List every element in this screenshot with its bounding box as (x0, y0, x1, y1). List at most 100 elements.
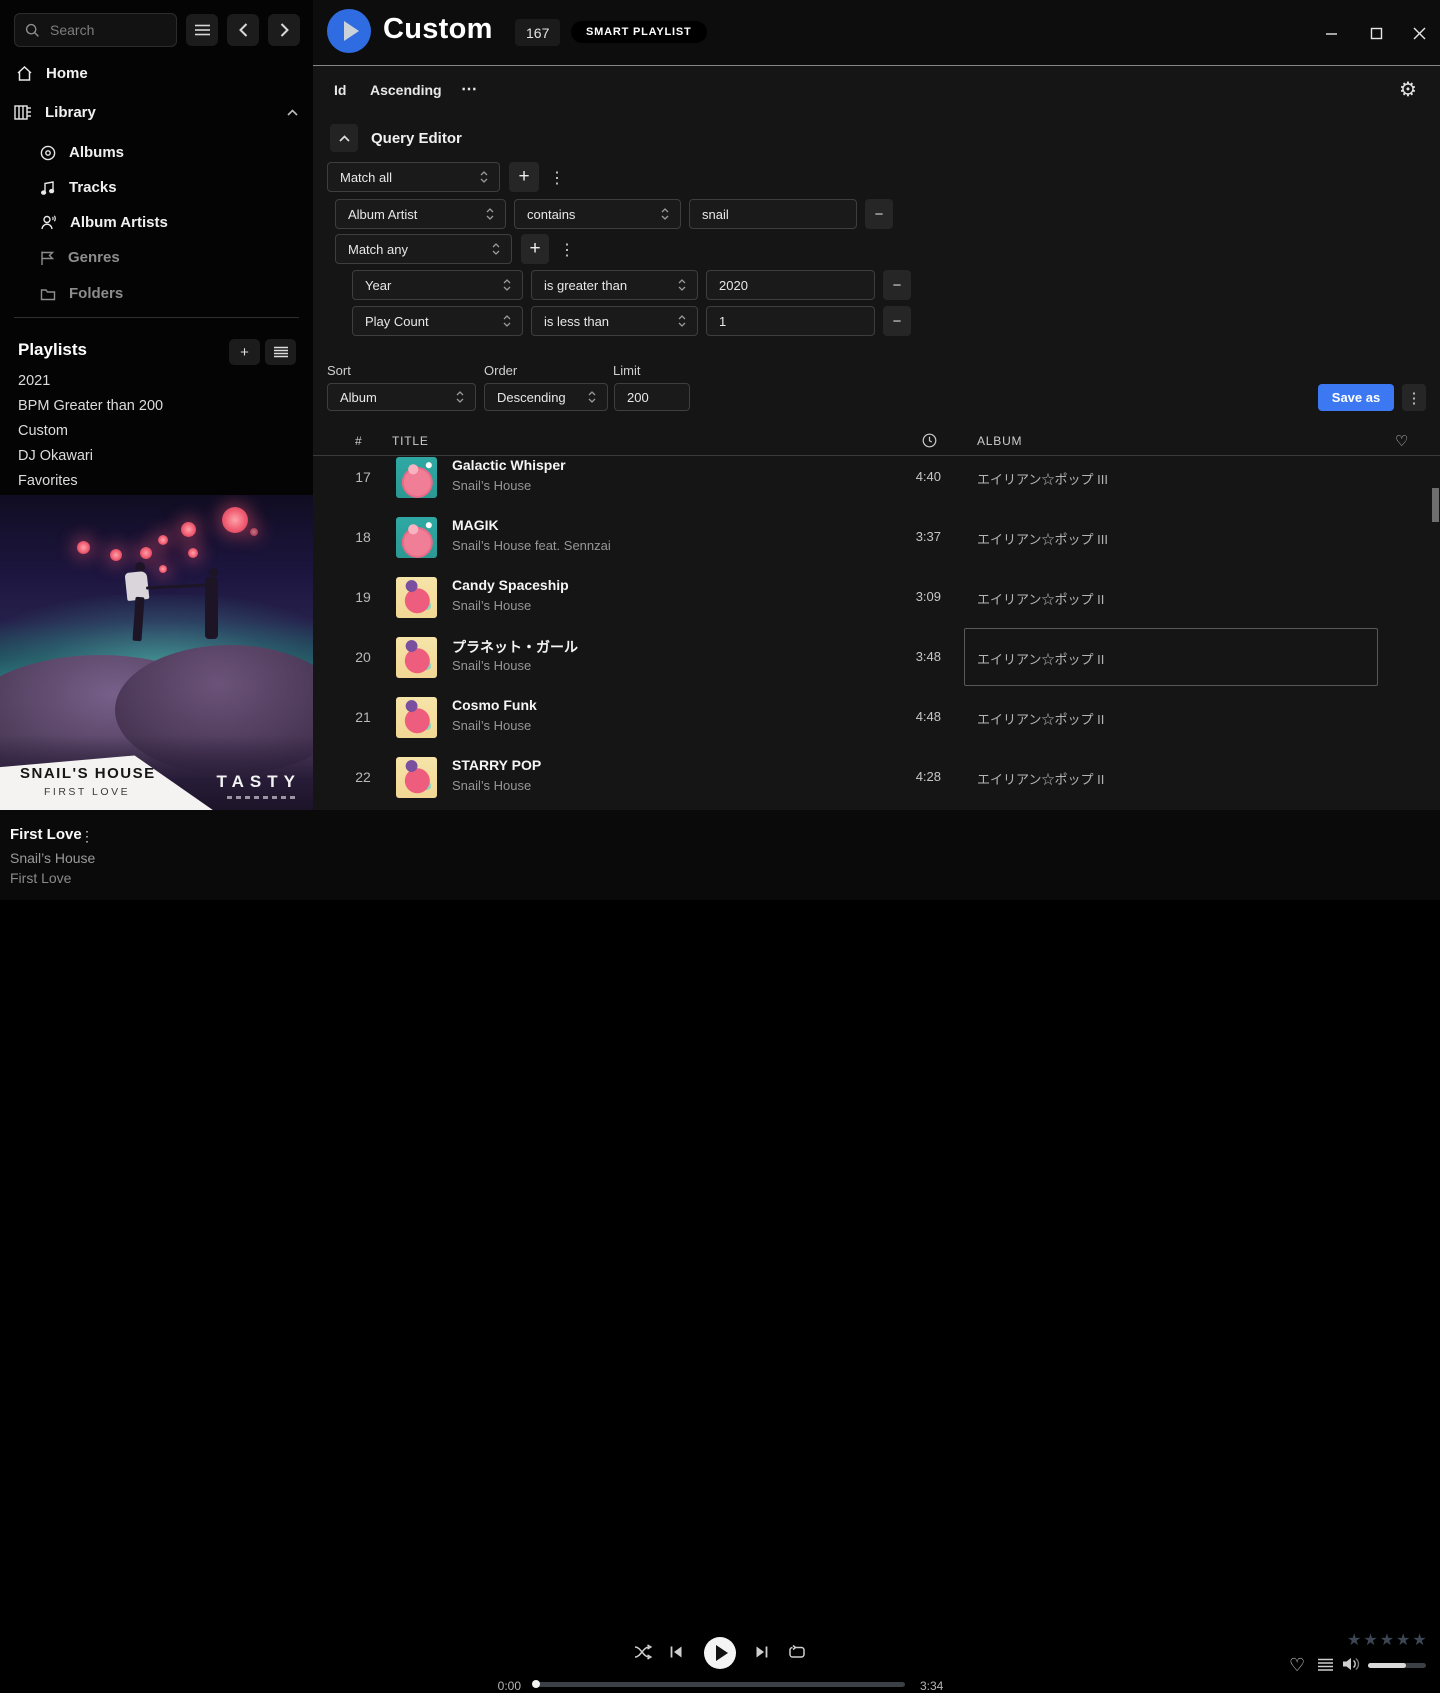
rule1-remove-button[interactable]: − (865, 199, 893, 229)
track-row[interactable]: 21 Cosmo Funk Snail’s House 4:48 エイリアン☆ポ… (313, 688, 1440, 748)
music-note-icon (40, 180, 56, 196)
page-title: Custom (383, 13, 493, 46)
rule2-field-select[interactable]: Year (352, 270, 523, 300)
seek-knob[interactable] (532, 1680, 540, 1688)
star-icon[interactable]: ★ (1347, 1630, 1361, 1650)
select-value: contains (527, 207, 575, 222)
playlist-item[interactable]: DJ Okawari (18, 448, 93, 464)
match-type-select-2[interactable]: Match any (335, 234, 512, 264)
more-options-button[interactable]: ⋯ (461, 79, 477, 99)
star-icon[interactable]: ★ (1380, 1630, 1394, 1650)
repeat-button[interactable] (788, 1645, 806, 1660)
search-box[interactable] (14, 13, 177, 47)
queue-button[interactable] (1318, 1658, 1333, 1672)
rule3-operator-select[interactable]: is less than (531, 306, 698, 336)
track-row[interactable]: 19 Candy Spaceship Snail’s House 3:09 エイ… (313, 568, 1440, 628)
track-title: プラネット・ガール (452, 637, 578, 657)
playlist-item[interactable]: Favorites (18, 473, 78, 489)
sort-select[interactable]: Album (327, 383, 476, 411)
rule3-field-select[interactable]: Play Count (352, 306, 523, 336)
star-icon[interactable]: ★ (1396, 1630, 1410, 1650)
sidebar-item-albums[interactable]: Albums (40, 144, 124, 161)
window-close-button[interactable] (1406, 20, 1432, 46)
figure-head (209, 568, 218, 577)
artist-icon (40, 214, 57, 231)
play-playlist-button[interactable] (327, 9, 371, 53)
add-rule-button-2[interactable]: + (521, 234, 549, 264)
add-rule-button-1[interactable]: + (509, 162, 539, 192)
track-row[interactable]: 22 STARRY POP Snail’s House 4:28 エイリアン☆ポ… (313, 748, 1440, 808)
sort-field-button[interactable]: Id (334, 82, 346, 98)
previous-track-button[interactable] (669, 1645, 683, 1659)
window-maximize-button[interactable] (1363, 20, 1389, 46)
seek-bar[interactable] (535, 1682, 905, 1687)
rule3-remove-button[interactable]: − (883, 306, 911, 336)
track-album[interactable]: エイリアン☆ポップ II (977, 769, 1104, 788)
favorite-button[interactable]: ♡ (1289, 1655, 1305, 1676)
settings-gear-icon[interactable]: ⚙ (1399, 77, 1417, 102)
rule1-value-input[interactable] (689, 199, 857, 229)
track-duration: 3:37 (853, 529, 941, 544)
track-count-badge: 167 (515, 19, 560, 46)
limit-input[interactable] (614, 383, 690, 411)
track-artist: Snail’s House (452, 718, 531, 733)
match-type-select-1[interactable]: Match all (327, 162, 500, 192)
collapse-chevron-icon[interactable] (287, 109, 298, 116)
track-album[interactable]: エイリアン☆ポップ III (977, 469, 1108, 488)
track-album[interactable]: エイリアン☆ポップ II (977, 649, 1104, 668)
sidebar-item-folders[interactable]: Folders (40, 285, 123, 302)
search-input[interactable] (48, 21, 166, 39)
sidebar-item-genres[interactable]: Genres (40, 249, 120, 266)
rule1-operator-select[interactable]: contains (514, 199, 681, 229)
track-row[interactable]: 17 Galactic Whisper Snail’s House 4:40 エ… (313, 456, 1440, 508)
maximize-icon (1370, 27, 1383, 40)
rule2-value-input[interactable] (706, 270, 875, 300)
col-album[interactable]: ALBUM (977, 434, 1022, 448)
sidebar-item-library[interactable]: Library (14, 104, 298, 121)
save-menu-button[interactable]: ⋮ (1402, 384, 1426, 411)
col-title[interactable]: TITLE (392, 434, 429, 448)
next-track-button[interactable] (755, 1645, 769, 1659)
shuffle-button[interactable] (634, 1644, 653, 1660)
now-playing-menu-button[interactable]: ⋮ (80, 828, 94, 845)
track-title: Candy Spaceship (452, 577, 569, 593)
track-album[interactable]: エイリアン☆ポップ II (977, 589, 1104, 608)
album-art-thumbnail (396, 757, 437, 798)
play-pause-button[interactable] (704, 1637, 736, 1669)
sort-direction-button[interactable]: Ascending (370, 82, 442, 98)
group-menu-button-2[interactable]: ⋮ (559, 240, 575, 260)
playlist-item[interactable]: 2021 (18, 373, 50, 389)
star-icon[interactable]: ★ (1412, 1630, 1426, 1650)
rule2-operator-select[interactable]: is greater than (531, 270, 698, 300)
favorite-heart-icon[interactable]: ♡ (1395, 432, 1409, 450)
scrollbar-thumb[interactable] (1432, 488, 1439, 522)
sidebar-item-home[interactable]: Home (16, 65, 88, 82)
menu-button[interactable] (186, 14, 218, 46)
volume-icon[interactable] (1342, 1656, 1360, 1672)
playlist-item[interactable]: BPM Greater than 200 (18, 398, 163, 414)
track-album[interactable]: エイリアン☆ポップ III (977, 529, 1108, 548)
star-icon[interactable]: ★ (1363, 1630, 1377, 1650)
smart-playlist-badge: SMART PLAYLIST (571, 21, 707, 43)
track-album[interactable]: エイリアン☆ポップ II (977, 709, 1104, 728)
forward-button[interactable] (268, 14, 300, 46)
back-button[interactable] (227, 14, 259, 46)
sidebar-item-album-artists[interactable]: Album Artists (40, 214, 168, 231)
duration-clock-icon[interactable] (922, 433, 937, 448)
save-as-button[interactable]: Save as (1318, 384, 1394, 411)
sidebar-item-tracks[interactable]: Tracks (40, 179, 117, 196)
rule2-remove-button[interactable]: − (883, 270, 911, 300)
playlist-item[interactable]: Custom (18, 423, 68, 439)
playlist-list-button[interactable] (265, 339, 296, 365)
col-number[interactable]: # (355, 434, 362, 448)
track-row[interactable]: 20 プラネット・ガール Snail’s House 3:48 エイリアン☆ポッ… (313, 628, 1440, 688)
order-select[interactable]: Descending (484, 383, 608, 411)
add-playlist-button[interactable]: + (229, 339, 260, 365)
rule3-value-input[interactable] (706, 306, 875, 336)
query-editor-collapse-button[interactable] (330, 124, 358, 152)
rule1-field-select[interactable]: Album Artist (335, 199, 506, 229)
group-menu-button-1[interactable]: ⋮ (549, 168, 565, 188)
window-minimize-button[interactable] (1318, 20, 1344, 46)
track-row[interactable]: 18 MAGIK Snail’s House feat. Sennzai 3:3… (313, 508, 1440, 568)
volume-slider[interactable] (1368, 1663, 1426, 1668)
